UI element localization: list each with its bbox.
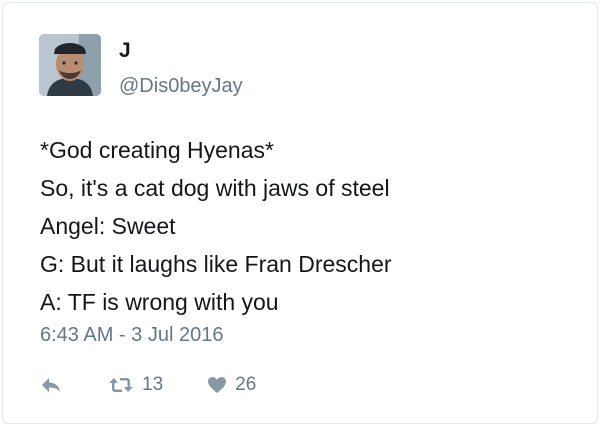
tweet-timestamp[interactable]: 6:43 AM - 3 Jul 2016 — [40, 324, 223, 347]
tweet-line: G: But it laughs like Fran Drescher — [40, 251, 392, 277]
tweet-card: J @Dis0beyJay *God creating Hyenas* So, … — [2, 2, 598, 424]
tweet-line: So, it's a cat dog with jaws of steel — [40, 175, 390, 201]
like-button[interactable]: 26 — [207, 374, 256, 396]
heart-icon — [207, 376, 227, 394]
avatar[interactable] — [39, 34, 101, 96]
reply-icon — [40, 376, 62, 394]
reply-button[interactable] — [40, 376, 64, 394]
tweet-actions: 13 26 — [40, 371, 256, 399]
tweet-line: Angel: Sweet — [40, 213, 176, 239]
tweet-line: *God creating Hyenas* — [40, 137, 274, 163]
tweet-text: *God creating Hyenas* So, it's a cat dog… — [40, 131, 392, 321]
user-handle[interactable]: @Dis0beyJay — [119, 75, 243, 98]
retweet-count: 13 — [142, 374, 164, 395]
retweet-icon — [108, 375, 134, 395]
like-count: 26 — [235, 374, 257, 395]
display-name[interactable]: J — [119, 39, 131, 63]
retweet-button[interactable]: 13 — [108, 374, 163, 396]
tweet-line: A: TF is wrong with you — [40, 289, 279, 315]
